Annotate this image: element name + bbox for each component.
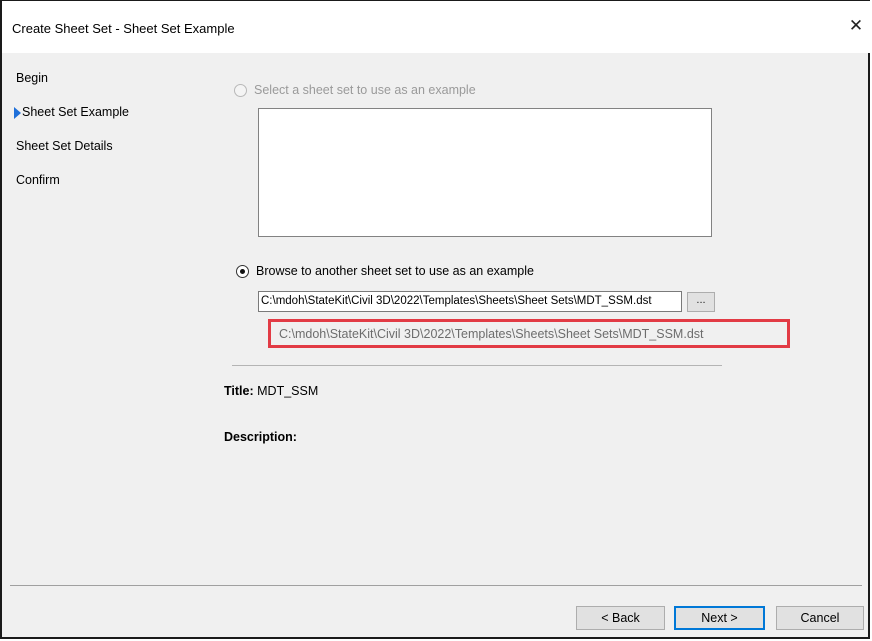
title-info: Title: MDT_SSM bbox=[224, 384, 318, 398]
browse-radio[interactable] bbox=[236, 265, 249, 278]
create-sheet-set-dialog: Create Sheet Set - Sheet Set Example ✕ B… bbox=[0, 0, 870, 639]
next-button[interactable]: Next > bbox=[674, 606, 765, 630]
step-label: Sheet Set Example bbox=[22, 105, 130, 119]
step-label: Begin bbox=[16, 71, 48, 85]
window-title: Create Sheet Set - Sheet Set Example bbox=[12, 21, 235, 36]
description-label: Description: bbox=[224, 430, 297, 444]
full-path-text: C:\mdoh\StateKit\Civil 3D\2022\Templates… bbox=[279, 327, 704, 341]
select-example-radio[interactable] bbox=[234, 84, 247, 97]
sheet-set-path-input[interactable]: C:\mdoh\StateKit\Civil 3D\2022\Templates… bbox=[258, 291, 682, 312]
title-value: MDT_SSM bbox=[257, 384, 319, 398]
step-label: Confirm bbox=[16, 173, 60, 187]
browse-label: Browse to another sheet set to use as an… bbox=[256, 264, 534, 278]
close-icon: ✕ bbox=[848, 16, 864, 35]
back-button[interactable]: < Back bbox=[576, 606, 665, 630]
path-value: C:\mdoh\StateKit\Civil 3D\2022\Templates… bbox=[261, 295, 652, 307]
title-label: Title: bbox=[224, 384, 254, 398]
step-sheet-set-example: Sheet Set Example bbox=[14, 105, 130, 119]
triangle-right-icon bbox=[14, 107, 21, 119]
step-begin: Begin bbox=[16, 71, 48, 85]
description-info: Description: bbox=[224, 430, 297, 444]
details-separator bbox=[232, 365, 722, 366]
close-button[interactable]: ✕ bbox=[846, 15, 866, 37]
select-example-label: Select a sheet set to use as an example bbox=[254, 83, 476, 97]
cancel-button[interactable]: Cancel bbox=[776, 606, 864, 630]
title-bar: Create Sheet Set - Sheet Set Example ✕ bbox=[2, 1, 870, 53]
browse-button[interactable]: ... bbox=[687, 292, 715, 312]
step-confirm: Confirm bbox=[16, 173, 60, 187]
footer-separator bbox=[10, 585, 862, 586]
step-label: Sheet Set Details bbox=[16, 139, 113, 153]
example-sheet-set-list[interactable] bbox=[258, 108, 712, 237]
step-sheet-set-details: Sheet Set Details bbox=[16, 139, 113, 153]
